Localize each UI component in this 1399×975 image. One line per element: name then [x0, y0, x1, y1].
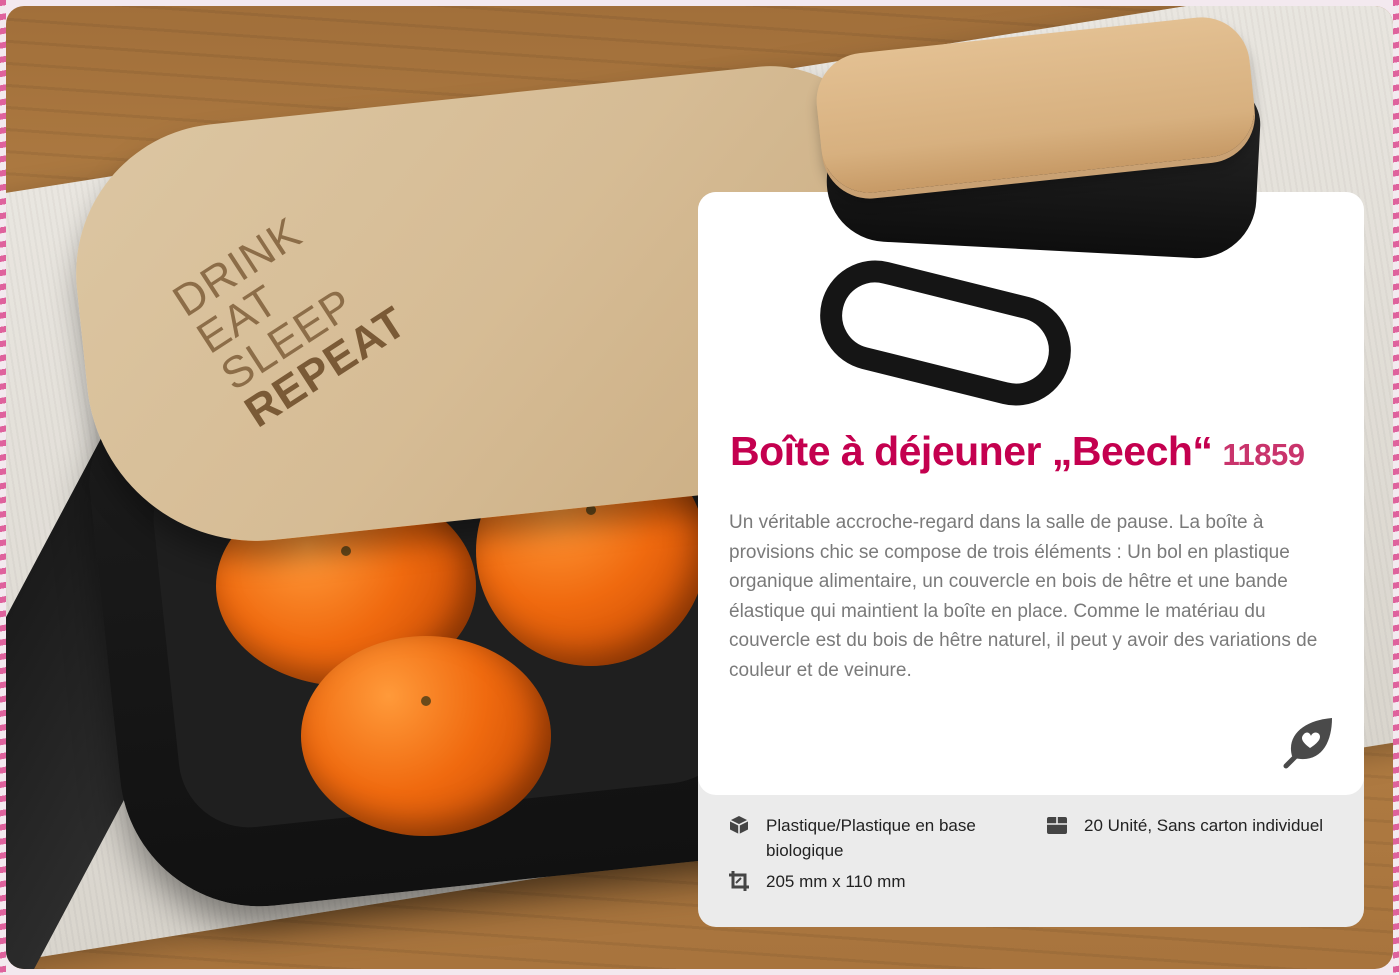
- spec-material-text: Plastique/Plastique en base biologique: [766, 816, 976, 860]
- spec-packaging: 20 Unité, Sans carton individuel: [1046, 813, 1356, 838]
- article-number: 11859: [1222, 437, 1305, 472]
- decorative-edge-right: [1393, 0, 1399, 975]
- carton-icon: [1047, 817, 1067, 834]
- spec-material: Plastique/Plastique en base biologique: [728, 813, 1018, 863]
- spec-packaging-text: 20 Unité, Sans carton individuel: [1084, 816, 1324, 835]
- product-title: Boîte à déjeuner „Beech“ 11859: [730, 428, 1350, 475]
- spec-dimensions: 205 mm x 110 mm: [728, 869, 1018, 894]
- leaf-heart-icon: [1283, 718, 1332, 769]
- product-title-text: Boîte à déjeuner „Beech“: [730, 428, 1213, 474]
- spec-dimensions-text: 205 mm x 110 mm: [766, 872, 906, 891]
- crop-dimensions-icon: [729, 871, 749, 891]
- product-image: [808, 12, 1278, 418]
- tangerine: [301, 636, 551, 836]
- product-strap: [808, 248, 1083, 418]
- box-icon: [729, 816, 749, 834]
- product-description: Un véritable accroche-regard dans la sal…: [729, 512, 1318, 681]
